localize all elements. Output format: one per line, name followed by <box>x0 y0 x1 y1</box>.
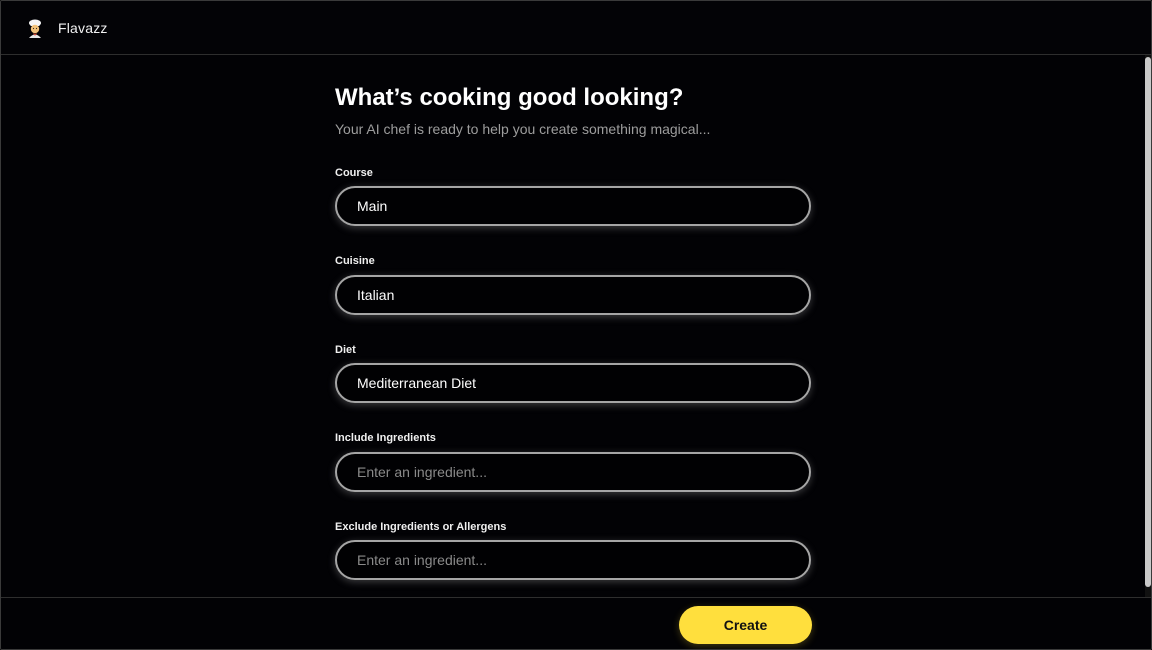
scrollbar-thumb[interactable] <box>1145 57 1151 587</box>
include-ingredients-input[interactable] <box>357 464 809 480</box>
page-title: What’s cooking good looking? <box>335 84 684 111</box>
diet-field[interactable] <box>335 363 811 403</box>
cuisine-label: Cuisine <box>335 255 375 267</box>
app-name: Flavazz <box>58 19 108 36</box>
course-input[interactable] <box>357 198 809 214</box>
app-window: Flavazz What’s cooking good looking? You… <box>0 0 1152 650</box>
chef-logo-icon <box>25 18 45 38</box>
create-button[interactable]: Create <box>679 606 812 644</box>
page-subtitle: Your AI chef is ready to help you create… <box>335 121 711 137</box>
diet-label: Diet <box>335 344 356 356</box>
include-ingredients-label: Include Ingredients <box>335 432 436 444</box>
include-ingredients-field[interactable] <box>335 452 811 492</box>
exclude-ingredients-field[interactable] <box>335 540 811 580</box>
vertical-scrollbar[interactable] <box>1145 55 1151 597</box>
main-content: What’s cooking good looking? Your AI che… <box>1 55 1147 597</box>
cuisine-input[interactable] <box>357 287 809 303</box>
exclude-ingredients-input[interactable] <box>357 552 809 568</box>
exclude-ingredients-label: Exclude Ingredients or Allergens <box>335 521 507 533</box>
top-bar: Flavazz <box>1 1 1151 55</box>
footer-bar: Create <box>1 597 1151 649</box>
diet-input[interactable] <box>357 375 809 391</box>
course-label: Course <box>335 167 373 179</box>
course-field[interactable] <box>335 186 811 226</box>
cuisine-field[interactable] <box>335 275 811 315</box>
